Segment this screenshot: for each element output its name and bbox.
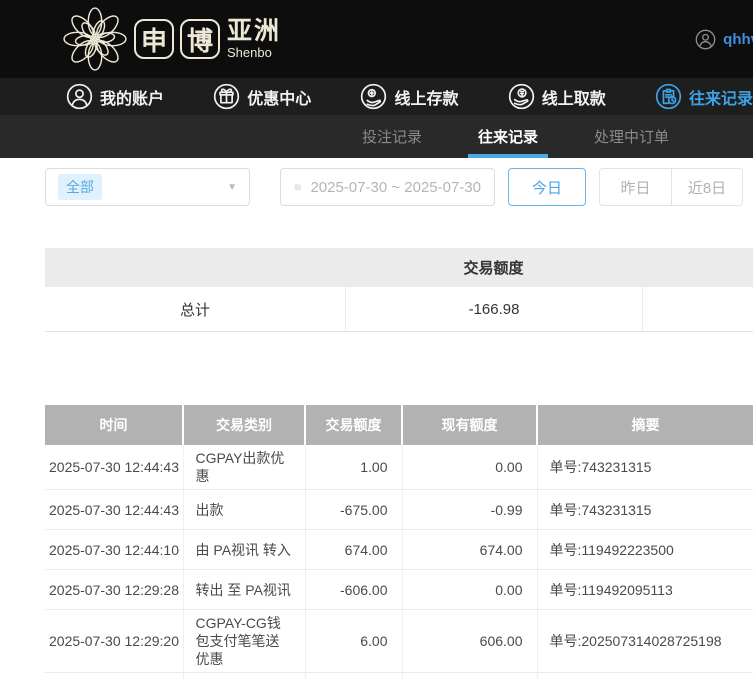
summary-header-row: 交易额度	[45, 248, 753, 287]
filter-row: 全部 ▼ 2025-07-30 ~ 2025-07-30 今日 昨日 近8日	[45, 168, 753, 206]
col-time: 时间	[45, 405, 184, 445]
tab-label: 处理中订单	[594, 129, 670, 146]
summary-total-row: 总计 -166.98	[45, 287, 753, 332]
col-balance: 现有额度	[402, 405, 538, 445]
col-memo: 摘要	[537, 405, 753, 445]
gift-icon	[214, 83, 240, 110]
cell-type: 转出 至 PA视讯	[183, 569, 306, 610]
nav-transaction-records[interactable]: 往来记录	[655, 83, 753, 110]
cell-time: 2025-07-30 12:29:28	[45, 569, 184, 610]
table-row: 2025-07-30 12:44:43 CGPAY出款优惠 1.00 0.00 …	[45, 445, 753, 490]
user-area[interactable]: qhhv	[695, 29, 753, 50]
tab-label: 往来记录	[478, 129, 539, 146]
tab-label: 投注记录	[362, 129, 423, 146]
date-range-input[interactable]: 2025-07-30 ~ 2025-07-30	[280, 168, 495, 206]
summary-amount-header: 交易额度	[463, 260, 524, 277]
tab-transaction-records[interactable]: 往来记录	[468, 115, 549, 158]
cell-balance: 0.00	[402, 445, 538, 490]
logo-region-cn: 亚洲	[227, 17, 282, 45]
cell-time: 2025-07-30 12:44:10	[45, 529, 184, 570]
nav-deposit[interactable]: 线上存款	[360, 83, 458, 110]
cell-type: CGPAY-CG钱包支付笔笔送优惠	[183, 609, 306, 673]
main-nav: 我的账户 优惠中心 线上存款 线上取款 往来记录	[0, 78, 753, 115]
nav-label: 线上取款	[541, 90, 606, 108]
logo-char-bo: 博	[180, 19, 220, 59]
cell-balance: 606.00	[402, 609, 538, 673]
summary-empty-cell	[642, 287, 753, 331]
cell-memo: 单号:202507314028725198	[537, 609, 753, 673]
nav-label: 我的账户	[100, 90, 165, 108]
logo-region-en: Shenbo	[227, 45, 272, 60]
summary-total-value: -166.98	[345, 287, 642, 331]
deposit-icon	[361, 83, 387, 110]
cell-time: 2025-07-30 12:29:20	[45, 609, 184, 673]
cell-time: 2025-07-30 12:29:20	[45, 672, 184, 679]
records-icon	[655, 83, 682, 110]
type-selected-chip: 全部	[58, 174, 102, 200]
cell-amount: 600.00	[305, 672, 403, 679]
cell-type: CGPAY出款优惠	[183, 445, 306, 490]
tab-pending-orders[interactable]: 处理中订单	[584, 115, 679, 158]
type-select[interactable]: 全部 ▼	[45, 168, 250, 206]
today-button[interactable]: 今日	[508, 168, 586, 206]
cell-amount: 674.00	[305, 529, 403, 570]
cell-memo: 单号:743231315	[537, 445, 753, 490]
cell-balance: 674.00	[402, 529, 538, 570]
nav-promotions[interactable]: 优惠中心	[213, 83, 311, 110]
table-row: 2025-07-30 12:29:20 CGPAY支付 600.00 600.0…	[45, 672, 753, 679]
quick-range-group: 昨日 近8日	[599, 168, 743, 206]
site-logo[interactable]: 申 博 亚洲 Shenbo	[62, 6, 281, 72]
cell-memo: 单号:743231315	[537, 489, 753, 530]
cell-amount: -675.00	[305, 489, 403, 530]
last8days-button[interactable]: 近8日	[671, 169, 742, 205]
cell-memo: 单号:119492095113	[537, 569, 753, 610]
cell-memo: 单号:119492223500	[537, 529, 753, 570]
cell-time: 2025-07-30 12:44:43	[45, 445, 184, 490]
col-type: 交易类别	[183, 405, 306, 445]
cell-amount: 6.00	[305, 609, 403, 673]
cell-balance: 600.00	[402, 672, 538, 679]
transactions-table: 时间 交易类别 交易额度 现有额度 摘要 2025-07-30 12:44:43…	[45, 405, 753, 679]
user-icon	[66, 83, 93, 110]
topbar: 申 博 亚洲 Shenbo qhhv	[0, 0, 753, 78]
logo-region: 亚洲 Shenbo	[227, 17, 282, 60]
date-range-value: 2025-07-30 ~ 2025-07-30	[310, 178, 481, 196]
nav-label: 优惠中心	[247, 90, 312, 108]
username[interactable]: qhhv	[723, 31, 753, 48]
chevron-down-icon: ▼	[227, 181, 237, 193]
nav-label: 线上存款	[394, 90, 459, 108]
cell-amount: -606.00	[305, 569, 403, 610]
summary-table: 交易额度 总计 -166.98	[45, 248, 753, 332]
calendar-icon	[294, 184, 301, 190]
cell-memo: 单号:202507314028725198	[537, 672, 753, 679]
col-amount: 交易额度	[305, 405, 403, 445]
tab-betting-records[interactable]: 投注记录	[352, 115, 432, 158]
yesterday-button[interactable]: 昨日	[600, 169, 671, 205]
cell-type: 出款	[183, 489, 306, 530]
transactions-header: 时间 交易类别 交易额度 现有额度 摘要	[45, 405, 753, 445]
table-row: 2025-07-30 12:29:28 转出 至 PA视讯 -606.00 0.…	[45, 569, 753, 610]
logo-char-shen: 申	[134, 19, 174, 59]
cell-amount: 1.00	[305, 445, 403, 490]
cell-type: CGPAY支付	[183, 672, 306, 679]
cell-type: 由 PA视讯 转入	[183, 529, 306, 570]
cell-balance: -0.99	[402, 489, 538, 530]
flower-logo-icon	[63, 7, 127, 71]
cell-balance: 0.00	[402, 569, 538, 610]
nav-my-account[interactable]: 我的账户	[66, 83, 164, 110]
cell-time: 2025-07-30 12:44:43	[45, 489, 184, 530]
nav-label: 往来记录	[688, 90, 753, 108]
summary-total-label: 总计	[179, 301, 210, 319]
transactions-body: 2025-07-30 12:44:43 CGPAY出款优惠 1.00 0.00 …	[45, 445, 753, 679]
table-row: 2025-07-30 12:44:43 出款 -675.00 -0.99 单号:…	[45, 489, 753, 530]
sub-tabbar: 投注记录 往来记录 处理中订单	[0, 115, 753, 158]
withdraw-icon	[508, 83, 534, 110]
table-row: 2025-07-30 12:29:20 CGPAY-CG钱包支付笔笔送优惠 6.…	[45, 609, 753, 673]
transaction-records-page: 申 博 亚洲 Shenbo qhhv 我的账户	[0, 0, 753, 679]
nav-withdraw[interactable]: 线上取款	[508, 83, 606, 110]
avatar-icon	[695, 29, 716, 49]
table-row: 2025-07-30 12:44:10 由 PA视讯 转入 674.00 674…	[45, 529, 753, 570]
